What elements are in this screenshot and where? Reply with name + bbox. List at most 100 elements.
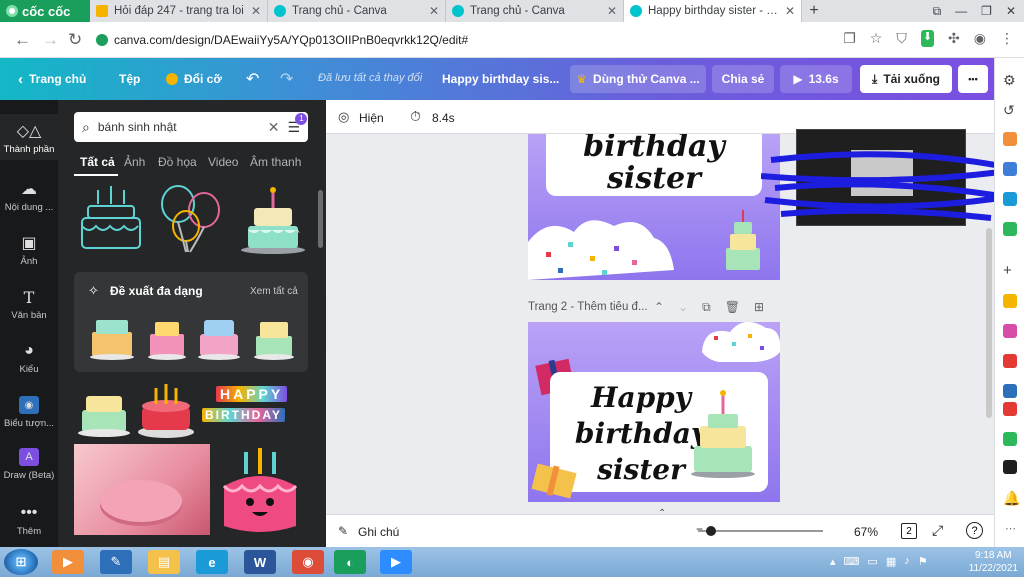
add-app-icon[interactable]: + <box>1003 262 1012 279</box>
undo-icon[interactable]: ↶ <box>246 58 259 100</box>
notes-icon[interactable]: ✎ <box>338 524 348 538</box>
page1-text-birthday[interactable]: birthday <box>546 134 762 162</box>
minimize-icon[interactable]: — <box>955 4 967 18</box>
media-player-icon[interactable]: ▶ <box>52 550 84 574</box>
rail-item-logos[interactable]: ◉ Biểu tượn... <box>0 396 58 429</box>
chevron-down-icon[interactable]: ⌄ <box>678 300 688 315</box>
browser-brand[interactable]: cốc cốc <box>0 0 90 22</box>
zoom-out-icon[interactable]: − <box>696 522 703 536</box>
show-label[interactable]: Hiện <box>359 111 384 125</box>
taskbar-app-icon[interactable]: ✎ <box>100 550 132 574</box>
design-page-2[interactable]: Happy birthday sister <box>528 322 780 502</box>
filter-tab-all[interactable]: Tất cả <box>80 155 115 169</box>
help-button[interactable]: ? <box>966 522 983 539</box>
file-menu-button[interactable]: Tệp <box>119 58 140 100</box>
download-extension-icon[interactable]: ⬇ <box>920 30 935 47</box>
battery-icon[interactable]: ▭ <box>867 555 877 568</box>
timer-icon[interactable]: ⏱ <box>410 108 421 125</box>
see-all-link[interactable]: Xem tất cả <box>250 286 298 297</box>
redo-icon[interactable]: ↷ <box>280 58 293 100</box>
red-cake-graphic[interactable] <box>136 380 196 440</box>
rail-item-more[interactable]: ••• Thêm <box>0 504 58 537</box>
extensions-puzzle-icon[interactable]: ✣ <box>948 30 960 47</box>
notes-label[interactable]: Ghi chú <box>358 525 399 539</box>
browser-tab-4[interactable]: Happy birthday sister - Logo ✕ <box>624 0 802 22</box>
word-icon[interactable]: W <box>244 550 276 574</box>
browser-tab-1[interactable]: Hỏi đáp 247 - trang tra loi ✕ <box>90 0 268 22</box>
chat-app-icon[interactable] <box>1003 432 1017 446</box>
close-window-icon[interactable]: ✕ <box>1006 4 1016 18</box>
profile-icon[interactable]: ◉ <box>974 30 986 47</box>
instagram-icon[interactable] <box>1003 324 1017 338</box>
close-tab-icon[interactable]: ✕ <box>607 4 617 18</box>
filter-tab-photos[interactable]: Ảnh <box>124 155 145 169</box>
page1-text-sister[interactable]: sister <box>546 164 762 194</box>
add-page-icon[interactable]: ⊞ <box>754 300 764 315</box>
network-icon[interactable]: ▦ <box>886 555 896 568</box>
sidebar-menu-icon[interactable]: ⋯ <box>1005 522 1016 535</box>
home-button[interactable]: ‹ Trang chủ <box>18 58 86 100</box>
close-tab-icon[interactable]: ✕ <box>785 4 795 18</box>
filter-tab-video[interactable]: Video <box>208 155 238 169</box>
zoom-app-icon[interactable]: ▶ <box>380 550 412 574</box>
editor-scrollbar[interactable] <box>986 228 992 418</box>
url-field[interactable]: canva.com/design/DAEwaiiYy5A/YQp013OIIPn… <box>96 27 816 53</box>
zoom-slider-handle[interactable] <box>706 526 716 536</box>
rail-item-draw[interactable]: A Draw (Beta) <box>0 448 58 481</box>
pink-cake-photo[interactable] <box>74 444 210 535</box>
keyboard-icon[interactable]: ⌨ <box>844 555 860 568</box>
more-options-button[interactable]: ••• <box>958 65 988 93</box>
zoom-slider[interactable] <box>698 530 823 532</box>
close-tab-icon[interactable]: ✕ <box>251 4 261 18</box>
panel-scrollbar[interactable] <box>318 190 323 248</box>
rail-item-uploads[interactable]: ☁ Nội dung ... <box>0 180 58 213</box>
clear-search-icon[interactable]: ✕ <box>268 119 280 136</box>
rail-item-styles[interactable]: ◕ Kiểu <box>0 342 58 375</box>
design-page-1[interactable]: birthday sister <box>528 134 780 280</box>
delete-page-icon[interactable]: 🗑 <box>725 300 740 315</box>
news-app-icon[interactable] <box>1003 460 1017 474</box>
page2-label[interactable]: Trang 2 - Thêm tiêu đ... <box>528 301 648 313</box>
pip-icon[interactable]: ⧉ <box>933 4 942 19</box>
zoom-level[interactable]: 67% <box>854 525 878 539</box>
smiling-cake-graphic[interactable] <box>220 446 300 536</box>
game-app-icon[interactable] <box>1003 222 1017 236</box>
animate-icon[interactable]: ◎ <box>338 109 349 125</box>
fullscreen-icon[interactable]: ⤢ <box>932 522 943 539</box>
cake-sticker-graphic[interactable] <box>76 380 132 438</box>
crown-app-icon[interactable] <box>1003 132 1017 146</box>
calendar-sale-icon[interactable] <box>1003 402 1017 416</box>
start-button[interactable]: ⊞ <box>4 549 38 575</box>
search-input[interactable]: ⌕ bánh sinh nhật ✕ ☰ 1 <box>74 112 308 142</box>
birthday-cake-graphic[interactable] <box>238 182 308 256</box>
duplicate-page-icon[interactable]: ⧉ <box>702 300 711 315</box>
flag-icon[interactable]: ⚑ <box>918 555 928 568</box>
rail-item-text[interactable]: T Văn bản <box>0 288 58 322</box>
chevron-up-icon[interactable]: ⌃ <box>654 300 664 315</box>
maximize-icon[interactable]: ❐ <box>981 4 992 18</box>
taskbar-clock[interactable]: 9:18 AM 11/22/2021 <box>969 549 1018 575</box>
notification-bell-icon[interactable]: 🔔 <box>1003 490 1020 507</box>
forward-arrow-icon[interactable]: → <box>42 30 59 50</box>
filter-tab-graphics[interactable]: Đồ họa <box>158 155 197 169</box>
shop-app-icon[interactable] <box>1003 192 1017 206</box>
volume-icon[interactable]: ♪ <box>904 555 910 568</box>
neon-balloons-graphic[interactable] <box>152 182 230 256</box>
tray-arrow-icon[interactable]: ▴ <box>830 555 836 568</box>
internet-explorer-icon[interactable]: e <box>196 550 228 574</box>
settings-gear-icon[interactable]: ⚙ <box>1003 72 1016 89</box>
rail-item-elements[interactable]: ◇△ Thành phần <box>0 114 58 160</box>
youtube-icon[interactable] <box>1003 354 1017 368</box>
coccoc-taskbar-icon[interactable]: ◐ <box>334 550 366 574</box>
copy-page-icon[interactable]: ❐ <box>843 30 856 47</box>
try-pro-button[interactable]: ♛ Dùng thử Canva ... <box>570 65 706 93</box>
reload-icon[interactable]: ↻ <box>68 30 82 50</box>
back-arrow-icon[interactable]: ← <box>14 30 31 50</box>
resize-button[interactable]: Đổi cỡ <box>166 58 222 100</box>
browser-tab-3[interactable]: Trang chủ - Canva ✕ <box>446 0 624 22</box>
chrome-icon[interactable]: ◉ <box>292 550 324 574</box>
share-button[interactable]: Chia sẻ <box>712 65 774 93</box>
new-tab-button[interactable]: + <box>802 0 826 22</box>
design-title[interactable]: Happy birthday sis... <box>442 58 559 100</box>
history-icon[interactable]: ↺ <box>1003 102 1015 119</box>
